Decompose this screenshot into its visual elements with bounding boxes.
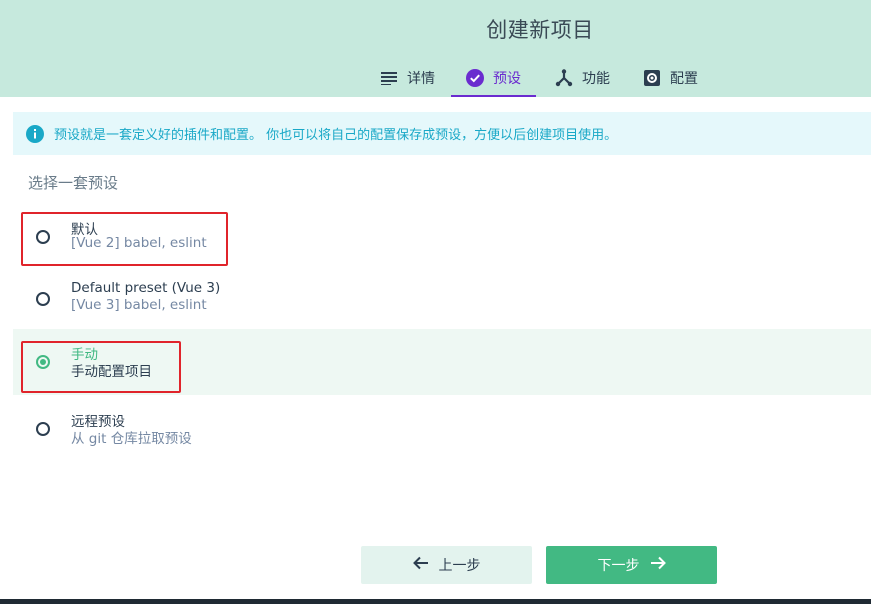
preset-option-default[interactable]: 默认 [Vue 2] babel, eslint [13,204,871,270]
tab-presets[interactable]: 预设 [451,58,536,97]
bottom-bar [0,599,871,604]
tab-config[interactable]: 配置 [643,58,698,97]
preset-desc: 从 git 仓库拉取预设 [71,431,192,447]
info-icon [26,124,44,143]
tab-features-label: 功能 [582,70,610,87]
tab-details[interactable]: 详情 [380,58,435,97]
radio-button[interactable] [36,292,50,306]
arrow-left-icon [412,556,429,574]
preset-desc: [Vue 3] babel, eslint [71,297,207,313]
prev-button-label: 上一步 [438,558,481,574]
page-title: 创建新项目 [486,18,594,42]
tab-presets-label: 预设 [493,70,521,87]
header-bar: 创建新项目 详情 预设 功能 配置 [0,0,871,97]
tab-bar: 详情 预设 功能 配置 [0,58,871,97]
next-button-label: 下一步 [597,558,640,574]
info-banner: 预设就是一套定义好的插件和配置。 你也可以将自己的配置保存成预设，方便以后创建项… [13,112,871,155]
preset-option-manual[interactable]: 手动 手动配置项目 [13,329,871,395]
info-text: 预设就是一套定义好的插件和配置。 你也可以将自己的配置保存成预设，方便以后创建项… [54,128,618,143]
preset-desc: 手动配置项目 [71,364,152,380]
next-button[interactable]: 下一步 [546,546,717,584]
check-circle-icon [466,68,484,87]
tab-features[interactable]: 功能 [555,58,610,97]
preset-desc: [Vue 2] babel, eslint [71,235,207,251]
settings-icon [643,69,661,87]
tab-config-label: 配置 [670,70,698,87]
tab-details-label: 详情 [407,70,435,87]
section-title: 选择一套预设 [28,174,119,192]
radio-button[interactable] [36,422,50,436]
arrow-right-icon [650,556,666,574]
prev-button[interactable]: 上一步 [361,546,532,584]
preset-option-vue3[interactable]: Default preset (Vue 3) [Vue 3] babel, es… [13,266,871,332]
preset-name: Default preset (Vue 3) [71,280,221,296]
radio-button-selected[interactable] [36,355,50,369]
branch-icon [555,68,573,87]
list-icon [380,69,398,87]
radio-button[interactable] [36,230,50,244]
preset-option-remote[interactable]: 远程预设 从 git 仓库拉取预设 [13,396,871,462]
